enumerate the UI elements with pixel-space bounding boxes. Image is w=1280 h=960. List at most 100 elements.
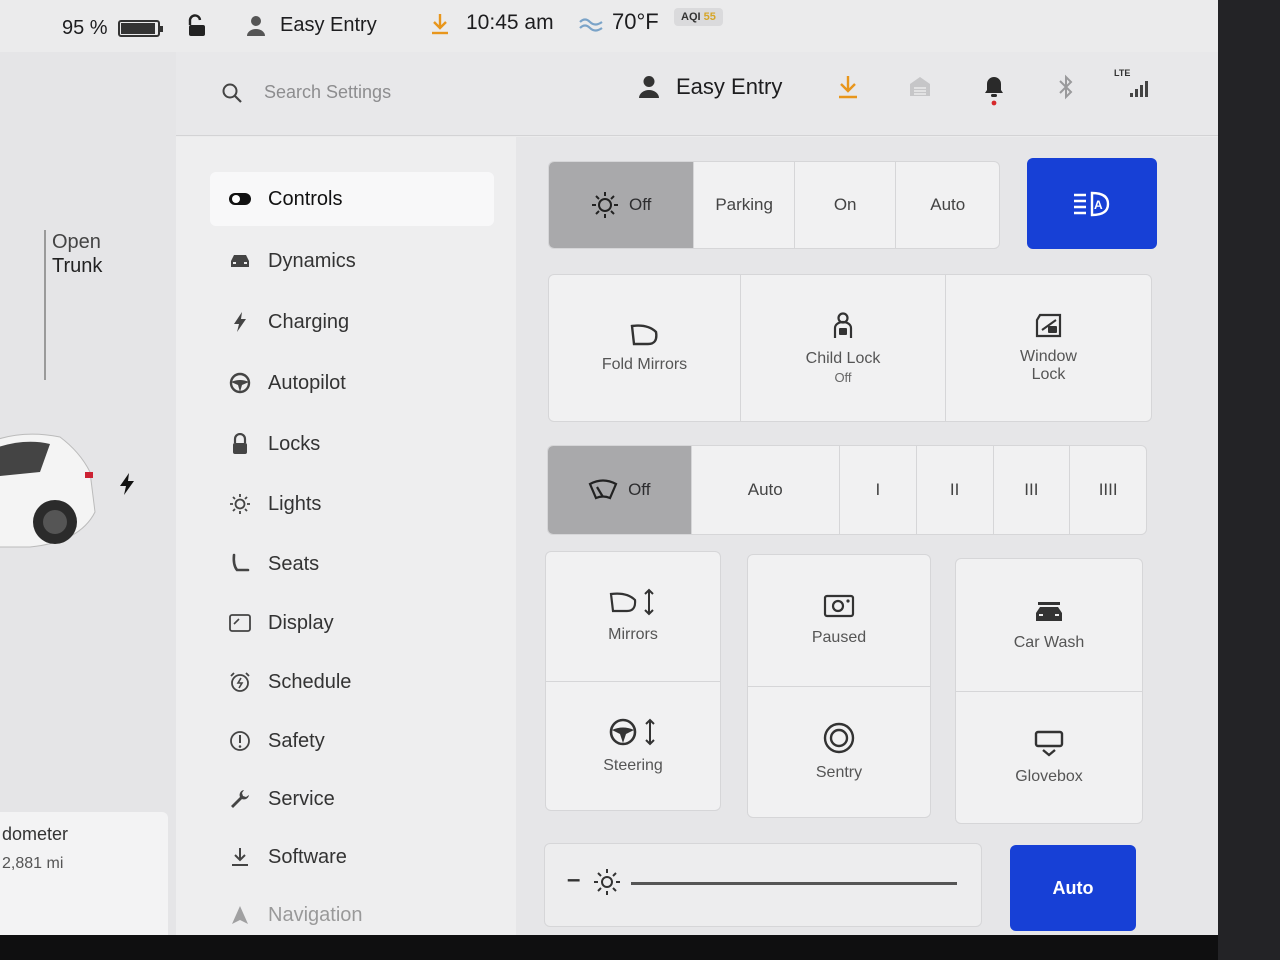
mirror-icon [630,324,658,346]
steering-label: Steering [603,756,663,774]
exclamation-circle-icon [228,729,252,753]
car-icon [228,249,252,273]
headlights-option-label: Auto [930,195,966,214]
sidebar-item-label: Autopilot [268,371,346,394]
bolt-icon [228,310,252,334]
driver-profile-button[interactable]: Easy Entry [638,74,782,100]
download-icon[interactable] [836,74,860,105]
odometer-card: dometer 2,881 mi [0,812,168,935]
headlights-off-button[interactable]: Off [549,162,695,248]
sidebar-item-label: Navigation [268,903,363,926]
brightness-auto-button[interactable]: Auto [1010,845,1136,931]
sidebar-item-lights[interactable]: Lights [210,477,494,531]
sidebar-item-schedule[interactable]: Schedule [210,655,494,709]
lock-icon [228,432,252,456]
status-bar: 95 % Easy Entry 10:45 am 70°F AQI 55 [0,0,1218,52]
status-profile[interactable]: Easy Entry [246,14,377,37]
sun-icon [591,192,618,218]
brightness-sun-icon [594,869,620,895]
wipers-option-label: Auto [747,480,783,499]
wipers-auto-button[interactable]: Auto [692,446,841,534]
wipers-option-label: IIII [1098,480,1118,499]
status-temperature: 70°F [612,9,659,34]
lte-signal-icon: LTE [1114,68,1148,103]
sidebar-item-service[interactable]: Service [210,772,494,826]
brightness-auto-label: Auto [1052,877,1094,898]
aqi-badge: AQI 55 [674,8,723,26]
sentry-icon [823,722,855,753]
aqi-label: AQI [681,11,701,23]
bluetooth-icon[interactable] [1056,74,1076,105]
steering-adjust-button[interactable]: Steering [546,680,720,811]
open-trunk-button[interactable]: Open Trunk [44,230,102,380]
child-lock-button[interactable]: Child Lock Off [741,275,946,421]
trunk-label-line1: Open [52,231,101,253]
car-wash-button[interactable]: Car Wash [956,559,1142,691]
headlights-on-button[interactable]: On [795,162,897,248]
unlock-icon[interactable] [186,14,208,38]
wipers-speed-4-button[interactable]: IIII [1070,446,1146,534]
search-bar[interactable] [222,82,524,103]
fold-mirrors-button[interactable]: Fold Mirrors [549,275,741,421]
sidebar-item-navigation[interactable]: Navigation [210,888,494,935]
battery-status: 95 % [62,17,163,40]
sidebar-item-charging[interactable]: Charging [210,295,494,349]
alarm-clock-icon [228,670,252,694]
wipers-option-label: Off [628,480,651,499]
sidebar-item-autopilot[interactable]: Autopilot [210,356,494,410]
sidebar-item-display[interactable]: Display [210,596,494,650]
touchscreen: 95 % Easy Entry 10:45 am 70°F AQI 55 Ope… [0,0,1218,935]
screen-bezel-right [1218,0,1280,960]
sidebar-item-controls[interactable]: Controls [210,172,494,226]
wipers-speed-2-button[interactable]: II [917,446,994,534]
trunk-label-line2: Trunk [52,255,103,277]
garage-icon[interactable] [908,74,932,103]
settings-sidebar: Controls Dynamics Charging Autopilot Loc… [176,137,516,935]
sun-icon [228,492,252,516]
car-wash-label: Car Wash [1013,633,1085,651]
sidebar-item-dynamics[interactable]: Dynamics [210,234,494,288]
auto-high-beam-button[interactable]: A [1027,158,1157,249]
sidebar-item-label: Controls [268,187,343,210]
brightness-decrease-button[interactable]: – [567,866,580,894]
headlights-parking-button[interactable]: Parking [694,162,795,248]
dashcam-button[interactable]: Paused [748,555,930,686]
steering-adjust-icon [609,718,655,746]
car-image [0,433,96,548]
wrench-icon [228,787,252,811]
charging-bolt-icon [118,472,136,502]
wipers-speed-3-button[interactable]: III [994,446,1071,534]
fold-mirrors-label: Fold Mirrors [601,356,688,373]
sidebar-item-label: Seats [268,552,320,575]
sidebar-item-locks[interactable]: Locks [210,417,494,471]
window-lock-icon [1035,313,1061,338]
window-lock-label: Window Lock [1020,348,1077,383]
search-input[interactable] [264,82,524,103]
sidebar-item-seats[interactable]: Seats [210,537,494,591]
sentry-mode-button[interactable]: Sentry [748,685,930,818]
odometer-value: 2,881 mi [2,855,64,872]
mirrors-label: Mirrors [608,626,658,644]
profile-name: Easy Entry [676,74,783,99]
sidebar-item-label: Lights [268,492,322,515]
child-lock-icon [833,311,853,338]
wipers-speed-1-button[interactable]: I [840,446,917,534]
wipers-off-button[interactable]: Off [548,446,692,534]
mirrors-adjust-button[interactable]: Mirrors [546,552,720,681]
sidebar-item-safety[interactable]: Safety [210,714,494,768]
brightness-slider[interactable] [631,882,957,885]
settings-header: Easy Entry LTE [176,52,1218,136]
mirror-adjust-icon [609,588,654,616]
notification-bell-icon[interactable] [982,74,1006,111]
download-icon [228,845,252,869]
battery-icon [117,20,163,37]
sidebar-item-label: Service [268,787,335,810]
display-icon [228,611,252,635]
headlights-selector: Off Parking On Auto [548,161,1000,249]
download-icon[interactable] [430,12,450,36]
sidebar-item-software[interactable]: Software [210,830,494,884]
headlights-auto-button[interactable]: Auto [896,162,999,248]
glovebox-button[interactable]: Glovebox [956,690,1142,824]
window-lock-button[interactable]: Window Lock [946,275,1151,421]
headlights-option-label: Parking [715,195,773,214]
